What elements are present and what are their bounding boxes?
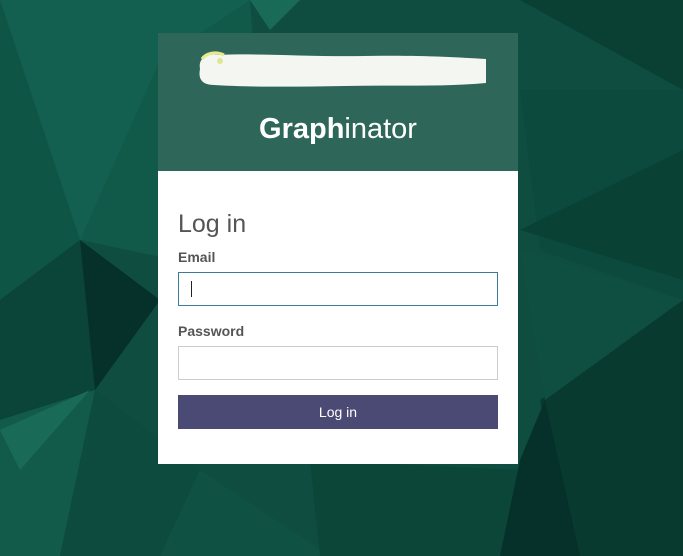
password-label: Password — [178, 323, 245, 339]
email-label: Email — [178, 249, 216, 265]
redacted-logo — [199, 51, 486, 87]
app-name-light: inator — [344, 113, 417, 145]
password-field[interactable] — [178, 346, 498, 380]
email-field[interactable] — [178, 272, 498, 306]
email-field-wrap — [178, 272, 498, 306]
login-button[interactable]: Log in — [178, 395, 498, 429]
text-caret — [191, 281, 192, 297]
app-name: Graphinator — [158, 111, 518, 147]
login-title: Log in — [178, 210, 247, 238]
login-card: Graphinator Log in Email Password Log in — [158, 33, 518, 464]
card-header: Graphinator — [158, 33, 518, 171]
app-name-bold: Graph — [259, 113, 345, 145]
